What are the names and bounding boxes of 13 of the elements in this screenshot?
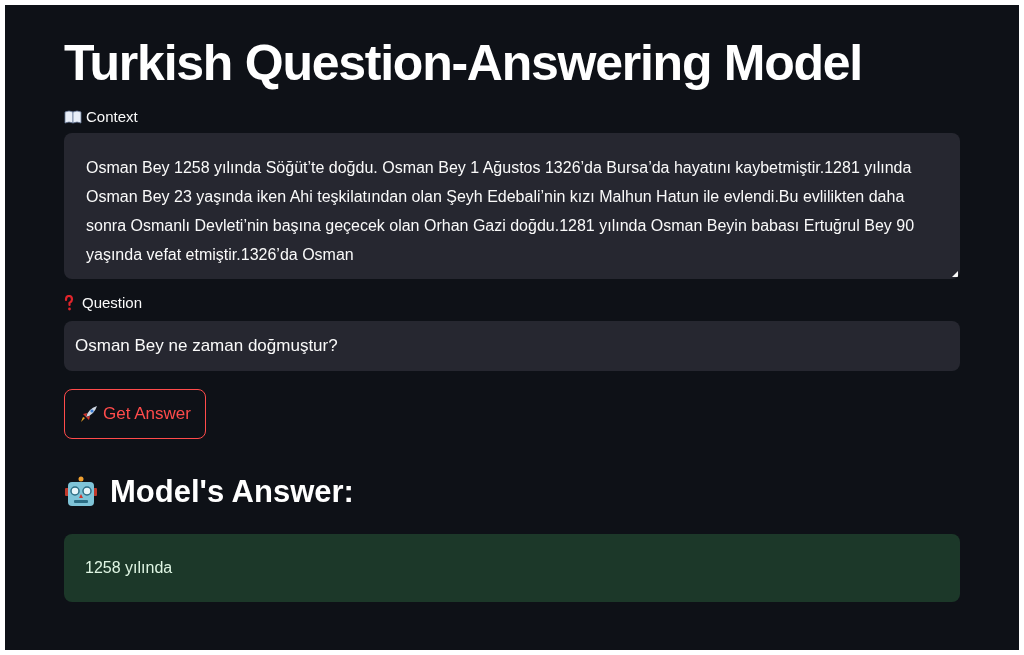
get-answer-button[interactable]: Get Answer bbox=[64, 389, 206, 439]
book-icon bbox=[64, 110, 82, 124]
question-input[interactable]: Osman Bey ne zaman doğmuştur? bbox=[64, 321, 960, 371]
answer-heading: Model's Answer: bbox=[110, 473, 354, 511]
answer-text: 1258 yılında bbox=[85, 557, 173, 578]
field-label: Question bbox=[82, 292, 143, 313]
rocket-icon bbox=[79, 404, 99, 424]
page-title: Turkish Question-Answering Model bbox=[64, 34, 863, 93]
resize-handle-icon[interactable] bbox=[952, 271, 958, 277]
context-text-area[interactable]: Osman Bey 1258 yılında Söğüt’te doğdu. Osman Bey 1 Ağustos 1326’da Bursa’da hayatını kaybetmiştir.1281 yılında Osman Bey 23 yaşında iken Ahi teşkilatından olan Şeyh Edebali’nin kızı Malhun Hatun ile evlendi.Bu evlilikten daha sonra Osmanlı Devleti’nin başına geçecek olan Orhan Gazi doğdu.1281 yılında Osman Beyin babası Ertuğrul Bey 90 yaşında vefat etmiştir.1326’da Osman bbox=[64, 133, 960, 279]
robot-icon bbox=[64, 476, 98, 509]
field-label: Context bbox=[86, 106, 138, 127]
question-mark-icon bbox=[64, 295, 74, 311]
